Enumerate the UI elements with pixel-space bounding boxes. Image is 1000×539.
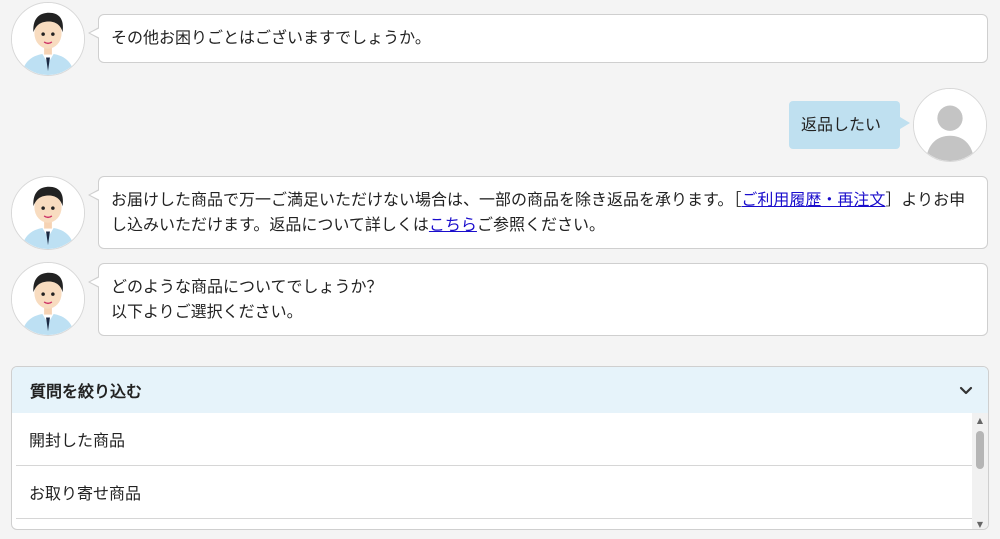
usage-history-link[interactable]: ご利用履歴・再注文: [741, 190, 885, 209]
message-text: 以下よりご選択ください。: [111, 302, 303, 321]
operator-avatar: [11, 176, 85, 250]
message-text: その他お困りごとはございますでしょうか。: [111, 28, 431, 47]
message-text: お届けした商品で万一ご満足いただけない場合は、一部の商品を除き返品を承ります。［: [111, 190, 742, 209]
filter-option-label: お取り寄せ商品: [29, 484, 142, 503]
filter-option-list: 開封した商品 お取り寄せ商品: [16, 413, 972, 519]
operator-avatar-icon: [12, 177, 84, 249]
user-message-bubble: 返品したい: [789, 101, 910, 149]
operator-avatar: [11, 2, 85, 76]
scroll-up-arrow-icon[interactable]: ▲: [972, 413, 988, 427]
filter-option-label: 開封した商品: [29, 431, 126, 450]
message-text: 返品したい: [801, 115, 882, 134]
question-filter-panel: 質問を絞り込む 開封した商品 お取り寄せ商品 ▲ ▼: [11, 366, 989, 530]
message-bubble: どのような商品についてでしょうか？ 以下よりご選択ください。: [88, 263, 988, 336]
operator-avatar: [11, 262, 85, 336]
operator-avatar-icon: [12, 263, 84, 335]
message-bubble: お届けした商品で万一ご満足いただけない場合は、一部の商品を除き返品を承ります。［…: [88, 176, 988, 249]
message-text: ご参照ください。: [476, 215, 605, 234]
chevron-down-icon[interactable]: [958, 382, 974, 398]
scroll-down-arrow-icon[interactable]: ▼: [972, 517, 988, 529]
filter-option-opened-product[interactable]: 開封した商品: [16, 413, 972, 466]
message-bubble: その他お困りごとはございますでしょうか。: [88, 14, 988, 63]
message-text: どのような商品についてでしょうか？: [111, 277, 383, 296]
scroll-thumb[interactable]: [976, 431, 984, 469]
return-details-link[interactable]: こちら: [429, 215, 477, 234]
user-avatar: [913, 88, 987, 162]
user-silhouette-icon: [914, 89, 986, 161]
filter-panel-header[interactable]: 質問を絞り込む: [12, 367, 988, 413]
scrollbar[interactable]: ▲ ▼: [972, 413, 988, 529]
filter-option-special-order[interactable]: お取り寄せ商品: [16, 466, 972, 519]
filter-panel-title: 質問を絞り込む: [30, 382, 143, 401]
operator-avatar-icon: [12, 3, 84, 75]
